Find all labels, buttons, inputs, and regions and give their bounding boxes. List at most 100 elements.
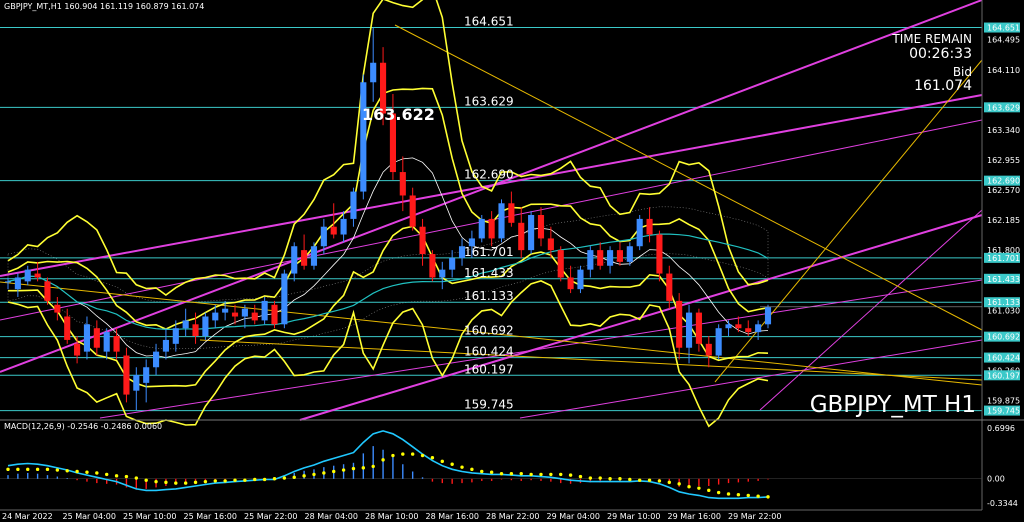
macd-axis-label: -0.3344 [987, 499, 1018, 508]
candle-body [626, 246, 633, 262]
candle-body [271, 304, 278, 325]
axis-tick-label: 161.433 [987, 275, 1020, 284]
axis-tick-label: 160.692 [987, 333, 1020, 342]
level-label: 163.629 [464, 94, 514, 108]
candle-body [320, 226, 327, 247]
axis-tick-label: 160.424 [987, 354, 1020, 363]
macd-signal-dot [746, 493, 750, 498]
macd-signal-dot [65, 469, 69, 473]
macd-signal-dot [282, 476, 287, 480]
axis-tick-label: 162.185 [987, 216, 1020, 225]
macd-signal-dot [657, 479, 662, 483]
macd-signal-dot [134, 476, 139, 480]
macd-signal-dot [430, 456, 435, 460]
axis-tick-label: 159.745 [987, 407, 1020, 416]
macd-signal-dot [440, 459, 444, 464]
candle-body [74, 343, 81, 356]
time-tick-label: 25 Mar 22:00 [244, 512, 297, 521]
macd-signal-dot [509, 471, 514, 476]
macd-signal-dot [766, 495, 770, 499]
macd-signal-dot [391, 453, 395, 458]
candle-body [676, 300, 683, 348]
candle-body [182, 320, 189, 329]
candle-body [705, 343, 712, 356]
candle-body [350, 191, 357, 219]
candle-body [44, 281, 51, 301]
macd-signal-dot [667, 480, 671, 485]
candle-body [231, 312, 239, 317]
level-label: 161.701 [464, 245, 514, 259]
candle-body [14, 277, 21, 290]
axis-tick-label: 162.955 [987, 156, 1020, 165]
candle-body [409, 195, 416, 227]
chart-watermark: GBPJPY_MT H1 [810, 392, 976, 418]
macd-signal-dot [144, 478, 148, 482]
macd-signal-dot [124, 474, 129, 479]
macd-signal-dot [677, 482, 681, 486]
macd-signal-dot [233, 478, 237, 482]
candle-body [202, 316, 209, 337]
macd-signal-dot [114, 474, 119, 478]
candle-body [103, 332, 110, 352]
macd-label: MACD(12,26,9) -0.2546 -0.2486 0.0060 [4, 422, 162, 431]
candle-body [123, 355, 130, 395]
candle-body [567, 277, 574, 290]
level-label: 164.651 [464, 15, 514, 29]
macd-signal-dot [183, 481, 188, 485]
axis-tick-label: 164.110 [987, 66, 1020, 75]
macd-signal-dot [637, 478, 642, 482]
macd-signal-dot [410, 452, 415, 456]
candle-body [162, 339, 169, 352]
macd-signal-dot [85, 470, 89, 474]
candle-body [301, 250, 308, 266]
level-label: 162.690 [464, 168, 514, 182]
candle-body [488, 218, 495, 239]
macd-signal-dot [559, 472, 563, 477]
candle-body [291, 246, 298, 274]
candle-body [695, 312, 702, 344]
time-remain-value: 00:26:33 [909, 46, 972, 62]
candle-body [281, 273, 288, 325]
price-chart[interactable]: 164.651 163.629 162.690 161.701 161.433 161.1… [0, 0, 1024, 522]
candle-body [212, 312, 219, 321]
macd-signal-dot [549, 472, 553, 477]
macd-signal-dot [736, 493, 741, 497]
macd-signal-dot [519, 471, 523, 476]
macd-signal-dot [193, 480, 198, 485]
candle-body [360, 82, 367, 192]
macd-signal-dot [203, 479, 208, 484]
candle-body [685, 312, 693, 348]
macd-signal-dot [292, 475, 296, 479]
candle-body [370, 62, 377, 83]
candle-body [518, 222, 525, 251]
candle-body [656, 234, 663, 274]
candle-body [537, 215, 545, 239]
macd-signal-dot [262, 477, 267, 482]
time-remain-label: TIME REMAIN [891, 32, 972, 46]
macd-signal-dot [6, 467, 10, 472]
candle-body [83, 324, 91, 352]
macd-signal-dot [588, 476, 593, 480]
time-tick-label: 28 Mar 04:00 [305, 512, 358, 521]
axis-tick-label: 164.651 [987, 24, 1020, 33]
candle-body [113, 336, 120, 352]
macd-signal-dot [312, 472, 316, 477]
macd-signal-dot [647, 478, 652, 482]
macd-signal-dot [361, 466, 366, 470]
candle-body [616, 250, 624, 262]
macd-signal-dot [539, 472, 543, 477]
candle-body [439, 269, 446, 278]
candle-body [607, 250, 614, 266]
candle-body [399, 172, 406, 196]
candle-body [93, 328, 100, 348]
axis-tick-label: 163.340 [987, 126, 1020, 135]
macd-signal-dot [75, 469, 79, 474]
macd-signal-dot [568, 473, 573, 477]
level-label: 160.197 [464, 362, 514, 376]
time-tick-label: 25 Mar 10:00 [123, 512, 176, 521]
macd-signal-dot [578, 474, 583, 479]
macd-signal-dot [716, 490, 721, 495]
candle-body [498, 203, 505, 239]
candle-body [597, 250, 604, 266]
time-tick-label: 28 Mar 16:00 [426, 512, 479, 521]
